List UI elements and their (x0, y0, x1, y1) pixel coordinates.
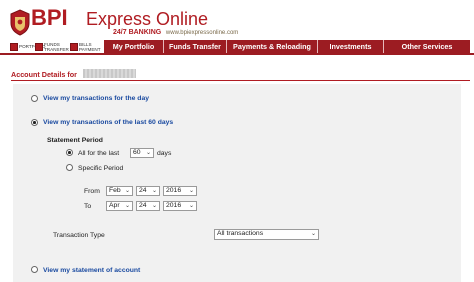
transaction-type-label: Transaction Type (53, 232, 105, 239)
chevron-down-icon: ⌄ (145, 150, 151, 156)
nav-other-services[interactable]: Other Services (384, 40, 470, 53)
all-for-last-label: All for the last (78, 150, 120, 157)
nav-funds-transfer[interactable]: Funds Transfer (164, 40, 227, 53)
from-day-select[interactable]: 24 ⌄ (136, 186, 160, 196)
option-transactions-day[interactable]: View my transactions for the day (43, 95, 149, 102)
chevron-down-icon: ⌄ (124, 188, 130, 194)
from-label: From (84, 188, 100, 195)
nav-divider (0, 53, 474, 55)
to-month-select[interactable]: Apr ⌄ (106, 201, 133, 211)
to-year-select[interactable]: 2016 ⌄ (163, 201, 197, 211)
radio-specific-period[interactable] (66, 164, 73, 171)
radio-statement-of-account[interactable] (31, 266, 38, 273)
from-month-value: Feb (109, 187, 121, 194)
from-day-value: 24 (139, 187, 147, 194)
chevron-down-icon: ⌄ (188, 188, 194, 194)
nav-investments[interactable]: Investments (318, 40, 384, 53)
transaction-type-select[interactable]: All transactions ⌄ (214, 229, 319, 240)
nav-payments-reloading[interactable]: Payments & Reloading (227, 40, 318, 53)
tagline-24-7: 24/7 BANKING (113, 29, 162, 36)
brand-tagline: 24/7 BANKING www.bpiexpressonline.com (113, 29, 238, 37)
to-month-value: Apr (109, 202, 120, 209)
brand-name: BPI (31, 5, 68, 30)
funds-transfer-icon (35, 42, 43, 51)
chevron-down-icon: ⌄ (151, 188, 157, 194)
option-statement-of-account[interactable]: View my statement of account (43, 267, 140, 274)
to-day-value: 24 (139, 202, 147, 209)
chevron-down-icon: ⌄ (188, 203, 194, 209)
from-year-select[interactable]: 2016 ⌄ (163, 186, 197, 196)
bpi-crest-icon (10, 9, 30, 36)
account-details-label: Account Details for (11, 70, 77, 79)
bills-payment-icon (70, 42, 78, 51)
from-year-value: 2016 (166, 187, 182, 194)
portfolio-icon (10, 42, 18, 51)
chevron-down-icon: ⌄ (124, 203, 130, 209)
main-nav: My Portfolio Funds Transfer Payments & R… (104, 40, 470, 53)
days-select[interactable]: 60 ⌄ (130, 148, 154, 158)
section-divider (11, 80, 470, 81)
header: BPI Express Online 24/7 BANKING www.bpie… (0, 0, 474, 40)
quick-link-label: BILLS PAYMENT (79, 41, 101, 52)
chevron-down-icon: ⌄ (151, 203, 157, 209)
radio-transactions-day[interactable] (31, 95, 38, 102)
nav-my-portfolio[interactable]: My Portfolio (104, 40, 164, 53)
statement-period-heading: Statement Period (47, 137, 103, 144)
quick-link-funds-transfer[interactable]: FUNDS TRANSFER (35, 40, 71, 53)
tagline-url: www.bpiexpressonline.com (165, 30, 239, 36)
radio-all-for-last[interactable] (66, 149, 73, 156)
to-label: To (84, 203, 92, 210)
days-unit-label: days (157, 150, 172, 157)
transaction-type-value: All transactions (217, 230, 264, 237)
chevron-down-icon: ⌄ (310, 231, 316, 237)
quick-link-bills-payment[interactable]: BILLS PAYMENT (70, 40, 104, 53)
radio-transactions-60-days[interactable] (31, 119, 38, 126)
transaction-options-panel (13, 84, 461, 282)
account-number-masked (83, 69, 136, 78)
to-year-value: 2016 (166, 202, 182, 209)
days-select-value: 60 (133, 149, 141, 156)
specific-period-label: Specific Period (78, 165, 124, 172)
from-month-select[interactable]: Feb ⌄ (106, 186, 133, 196)
option-transactions-60-days[interactable]: View my transactions of the last 60 days (43, 119, 173, 126)
quick-link-label: FUNDS TRANSFER (44, 41, 69, 52)
product-name: Express Online (86, 9, 209, 29)
to-day-select[interactable]: 24 ⌄ (136, 201, 160, 211)
